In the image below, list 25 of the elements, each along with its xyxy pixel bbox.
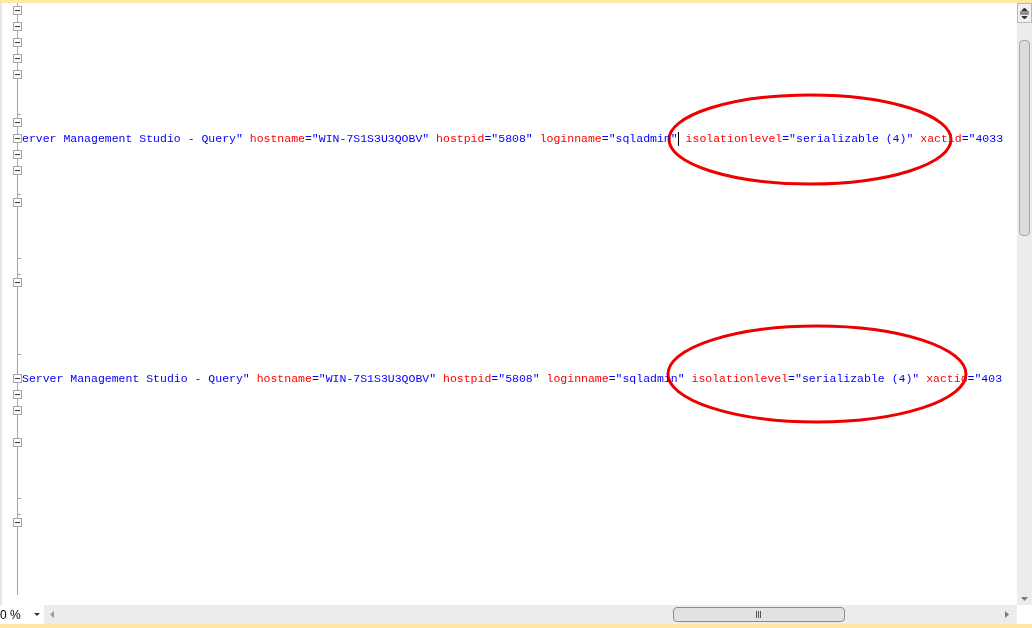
collapse-icon[interactable] [13,118,22,127]
horizontal-scrollbar[interactable] [44,605,1017,624]
collapse-icon[interactable] [13,166,22,175]
collapse-icon[interactable] [13,390,22,399]
collapse-icon[interactable] [13,406,22,415]
collapse-icon[interactable] [13,198,22,207]
collapse-icon[interactable] [13,22,22,31]
collapse-icon[interactable] [13,278,22,287]
vertical-scrollbar[interactable] [1017,3,1032,605]
scroll-down-icon[interactable] [1021,597,1028,601]
caret-icon [34,613,40,616]
scroll-right-icon[interactable] [1005,611,1009,618]
collapse-icon[interactable] [13,54,22,63]
collapse-icon[interactable] [13,374,22,383]
collapse-icon[interactable] [13,438,22,447]
collapse-icon[interactable] [13,134,22,143]
split-icon [1020,7,1029,19]
collapse-icon[interactable] [13,38,22,47]
collapse-icon[interactable] [13,518,22,527]
collapse-icon[interactable] [13,70,22,79]
collapse-icon[interactable] [13,6,22,15]
scrollbar-thumb[interactable] [673,607,845,622]
split-handle[interactable] [1017,3,1032,23]
scrollbar-thumb[interactable] [1019,40,1030,236]
collapse-icon[interactable] [13,150,22,159]
